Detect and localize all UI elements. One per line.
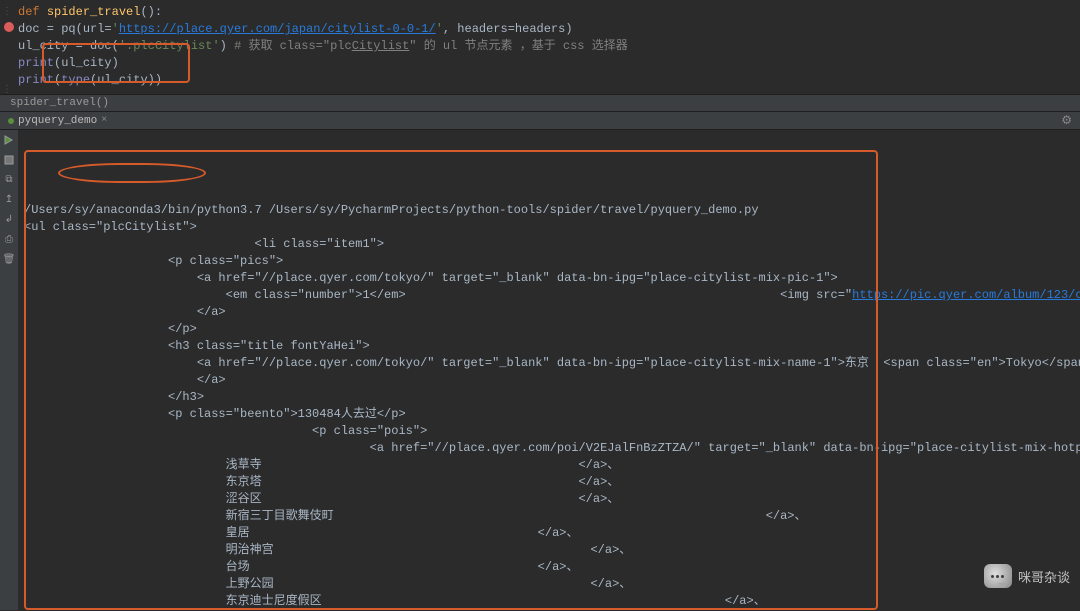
run-console: ⧉ ↥ ↲ ⎙ 🗑 /Users/sy/anaconda3/bin/python… [0,130,1080,610]
highlight-annotation [58,163,206,183]
console-line: <em class="number">1</em> <img src="http… [24,287,1076,304]
console-line: <p class="pois"> [24,423,1076,440]
stop-icon[interactable] [3,154,15,166]
console-line: </a> [24,372,1076,389]
console-line: 东京迪士尼度假区 </a>、 <a href="//place.qyer.com… [24,593,1076,610]
gutter-marker: ⋮ [2,82,12,99]
gutter-marker: ⋮ [2,4,12,21]
console-line: </h3> [24,389,1076,406]
console-line: /Users/sy/anaconda3/bin/python3.7 /Users… [24,202,1076,219]
rerun-icon[interactable] [3,134,15,146]
console-line: <a href="//place.qyer.com/poi/V2EJalFnBz… [24,440,1076,457]
console-line: 新宿三丁目歌舞伎町 </a>、 <a href="//place.qyer.co… [24,508,1076,525]
console-line: <a href="//place.qyer.com/tokyo/" target… [24,270,1076,287]
console-line: 台场 </a>、 <a href="//place.qyer.com/poi/V… [24,559,1076,576]
code-editor[interactable]: ⋮ ⋮ def spider_travel(): doc = pq(url='h… [0,0,1080,94]
run-indicator-icon [8,118,14,124]
gear-icon[interactable]: ⚙ [1061,113,1072,128]
wrap-icon[interactable]: ↲ [3,214,15,226]
run-config-tab[interactable]: pyquery_demo × [0,114,115,128]
run-tool-window-header: pyquery_demo × ⚙ [0,112,1080,130]
console-line: <a href="//place.qyer.com/tokyo/" target… [24,355,1076,372]
code-line: print(ul_city) [18,55,1076,72]
console-line: 上野公园 </a>、 <a href="//place.qyer.com/poi… [24,576,1076,593]
console-line: 东京塔 </a>、 <a href="//place.qyer.com/poi/… [24,474,1076,491]
console-line: <p class="pics"> [24,253,1076,270]
close-icon[interactable]: × [101,115,107,126]
console-line: 浅草寺 </a>、 <a href="//place.qyer.com/poi/… [24,457,1076,474]
code-line: ul_city = doc('.plcCitylist') # 获取 class… [18,38,1076,55]
console-line: <p class="beento">130484人去过</p> [24,406,1076,423]
code-line: print(type(ul_city)) [18,72,1076,89]
breadcrumb[interactable]: spider_travel() [0,94,1080,112]
console-line: </a> [24,304,1076,321]
console-toolbar: ⧉ ↥ ↲ ⎙ 🗑 [0,130,18,610]
layout-icon[interactable]: ⧉ [3,174,15,186]
trash-icon[interactable]: 🗑 [3,254,15,266]
console-line: <li class="item1"> [24,236,1076,253]
console-line: </p> [24,321,1076,338]
breakpoint-icon[interactable] [4,22,14,32]
code-line: def spider_travel(): [18,4,1076,21]
console-line: 皇居 </a>、 <a href="//place.qyer.com/poi/V… [24,525,1076,542]
console-line: <ul class="plcCitylist"> [24,219,1076,236]
up-icon[interactable]: ↥ [3,194,15,206]
print-icon[interactable]: ⎙ [3,234,15,246]
console-line: <h3 class="title fontYaHei"> [24,338,1076,355]
console-line: 明治神宫 </a>、 <a href="//place.qyer.com/poi… [24,542,1076,559]
console-line: 涩谷区 </a>、 <a href="//place.qyer.com/poi/… [24,491,1076,508]
tab-label: pyquery_demo [18,115,97,127]
console-output[interactable]: /Users/sy/anaconda3/bin/python3.7 /Users… [18,130,1080,610]
code-line: doc = pq(url='https://place.qyer.com/jap… [18,21,1076,38]
